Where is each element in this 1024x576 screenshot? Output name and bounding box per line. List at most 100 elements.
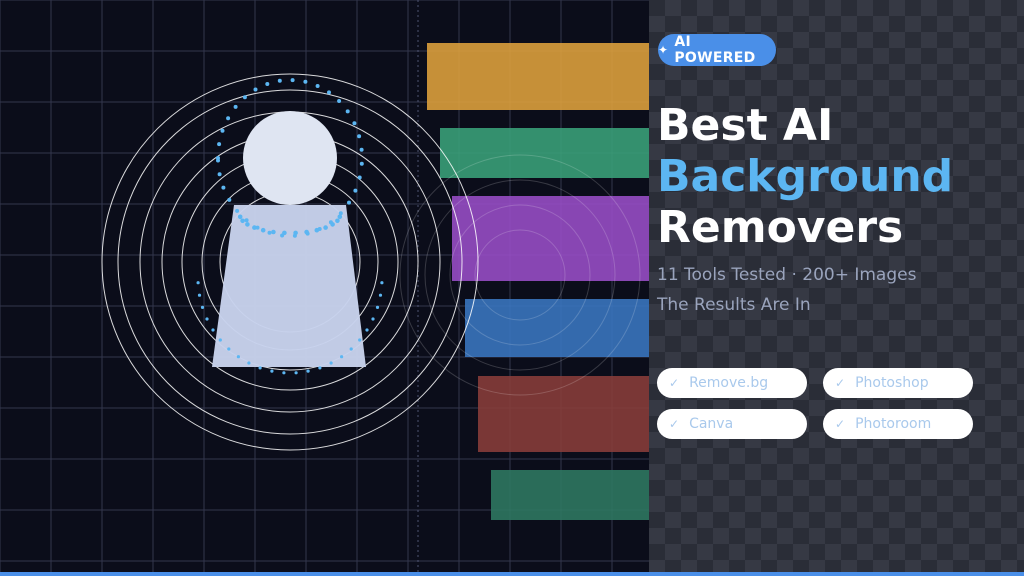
selection-dot bbox=[218, 338, 222, 342]
selection-dot bbox=[242, 95, 247, 100]
color-bar bbox=[452, 196, 649, 281]
thumbnail-canvas: ✦ AI POWERED Best AI Background Removers… bbox=[0, 0, 1024, 576]
selection-dot bbox=[244, 218, 249, 223]
selection-dot bbox=[277, 78, 282, 83]
selection-dot bbox=[330, 222, 335, 227]
selection-dot bbox=[327, 90, 331, 95]
selection-dot bbox=[357, 175, 362, 180]
selection-dot bbox=[211, 328, 215, 332]
tool-chip-label: Photoshop bbox=[855, 375, 929, 391]
tool-chip-label: Canva bbox=[689, 416, 734, 432]
selection-dot bbox=[303, 79, 308, 84]
selection-dot bbox=[235, 208, 240, 213]
selection-dot bbox=[359, 161, 364, 166]
selection-dot bbox=[197, 293, 202, 297]
check-icon: ✓ bbox=[669, 376, 680, 390]
headline: Best AI Background Removers bbox=[657, 100, 953, 253]
bottom-accent-bar bbox=[0, 572, 1024, 576]
selection-dot bbox=[337, 99, 342, 103]
selection-dot bbox=[337, 214, 343, 220]
selection-dot bbox=[282, 371, 286, 375]
selection-dot bbox=[240, 218, 245, 224]
selection-dot bbox=[290, 78, 295, 83]
selection-dot bbox=[353, 188, 358, 193]
tool-chip-photoshop: ✓ Photoshop bbox=[823, 368, 973, 398]
headline-line-3: Removers bbox=[657, 202, 904, 253]
tool-chip-canva: ✓ Canva bbox=[657, 409, 807, 439]
headline-line-1: Best AI bbox=[657, 100, 834, 151]
selection-dot bbox=[221, 185, 226, 190]
check-icon: ✓ bbox=[835, 376, 846, 390]
selection-dot bbox=[252, 225, 257, 230]
selection-dot bbox=[271, 229, 276, 235]
tool-chip-photoroom: ✓ Photoroom bbox=[823, 409, 973, 439]
selection-dot bbox=[236, 355, 240, 359]
selection-dot bbox=[345, 109, 350, 114]
tool-chip-label: Photoroom bbox=[855, 416, 932, 432]
selection-dot bbox=[357, 134, 362, 139]
selection-dot bbox=[340, 355, 344, 359]
ai-powered-badge: ✦ AI POWERED bbox=[658, 34, 776, 66]
selection-dot bbox=[227, 197, 232, 202]
selection-dot bbox=[258, 366, 262, 370]
selection-dot bbox=[205, 317, 209, 321]
selection-dot bbox=[315, 84, 320, 88]
selection-dot bbox=[294, 371, 298, 375]
checkerboard-panel bbox=[649, 0, 1024, 576]
selection-dot bbox=[378, 293, 383, 297]
color-bar bbox=[440, 128, 649, 178]
selection-dot bbox=[359, 147, 364, 152]
badge-label: AI POWERED bbox=[674, 34, 756, 66]
selection-dot bbox=[323, 225, 328, 230]
selection-dot bbox=[375, 305, 380, 309]
selection-dot bbox=[233, 104, 238, 109]
selection-dot bbox=[265, 82, 270, 86]
person-silhouette-icon bbox=[212, 111, 366, 367]
selection-dot bbox=[314, 227, 320, 233]
selection-dot bbox=[293, 230, 298, 236]
selection-dot bbox=[335, 218, 340, 224]
headline-line-2: Background bbox=[657, 151, 954, 202]
check-icon: ✓ bbox=[835, 417, 846, 431]
subtitle-line-1: 11 Tools Tested · 200+ Images bbox=[657, 265, 917, 285]
selection-dot bbox=[270, 369, 274, 373]
selection-dot bbox=[352, 121, 357, 126]
selection-dot bbox=[306, 369, 310, 373]
selection-dot bbox=[380, 281, 384, 285]
color-bar bbox=[427, 43, 649, 110]
selection-dot bbox=[217, 142, 222, 147]
selection-dot bbox=[347, 200, 351, 205]
selection-dot bbox=[318, 366, 322, 370]
selection-dot bbox=[247, 361, 251, 365]
selection-dot bbox=[253, 87, 258, 92]
selection-dot bbox=[260, 227, 266, 233]
selection-dot bbox=[200, 305, 205, 309]
check-icon: ✓ bbox=[669, 417, 680, 431]
selection-dot bbox=[217, 172, 222, 177]
selection-dot bbox=[216, 158, 220, 163]
selection-dot bbox=[329, 361, 333, 365]
sparkle-icon: ✦ bbox=[658, 43, 669, 57]
selection-dot bbox=[220, 128, 225, 133]
tool-chip-label: Remove.bg bbox=[689, 375, 769, 391]
silhouette-body bbox=[212, 205, 366, 367]
selection-dot bbox=[304, 229, 309, 235]
silhouette-head bbox=[243, 111, 337, 205]
color-bars bbox=[427, 43, 649, 520]
selection-dot bbox=[349, 347, 353, 351]
selection-dot bbox=[365, 328, 369, 332]
selection-dot bbox=[226, 116, 231, 121]
selection-dot bbox=[245, 222, 250, 227]
selection-dot bbox=[237, 214, 243, 220]
subtitle-line-2: The Results Are In bbox=[657, 295, 811, 315]
tool-chip-removebg: ✓ Remove.bg bbox=[657, 368, 807, 398]
color-bar bbox=[478, 376, 649, 452]
selection-dot bbox=[371, 317, 375, 321]
color-bar bbox=[491, 470, 649, 520]
selection-dot bbox=[227, 347, 231, 351]
color-bar bbox=[465, 299, 649, 357]
selection-dot bbox=[196, 281, 200, 285]
selection-dot bbox=[282, 230, 287, 236]
selection-dot bbox=[358, 338, 362, 342]
selection-dot bbox=[267, 230, 272, 235]
